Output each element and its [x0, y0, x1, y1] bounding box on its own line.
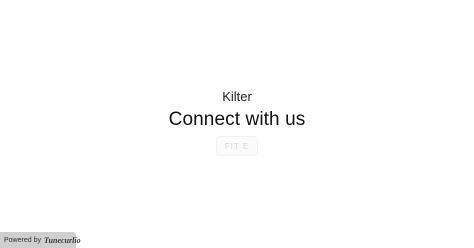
- cta-button[interactable]: FIT E: [216, 136, 258, 156]
- page: Kilter Connect with us FIT E Powered by …: [0, 0, 474, 248]
- brand-name: Kilter: [222, 89, 252, 104]
- powered-by-badge[interactable]: Powered by Tunecurlio: [0, 232, 81, 248]
- provider-logo: Tunecurlio: [43, 235, 81, 245]
- powered-by-label: Powered by: [4, 236, 41, 244]
- hero-section: Kilter Connect with us FIT E: [0, 88, 474, 156]
- page-title: Connect with us: [168, 109, 306, 130]
